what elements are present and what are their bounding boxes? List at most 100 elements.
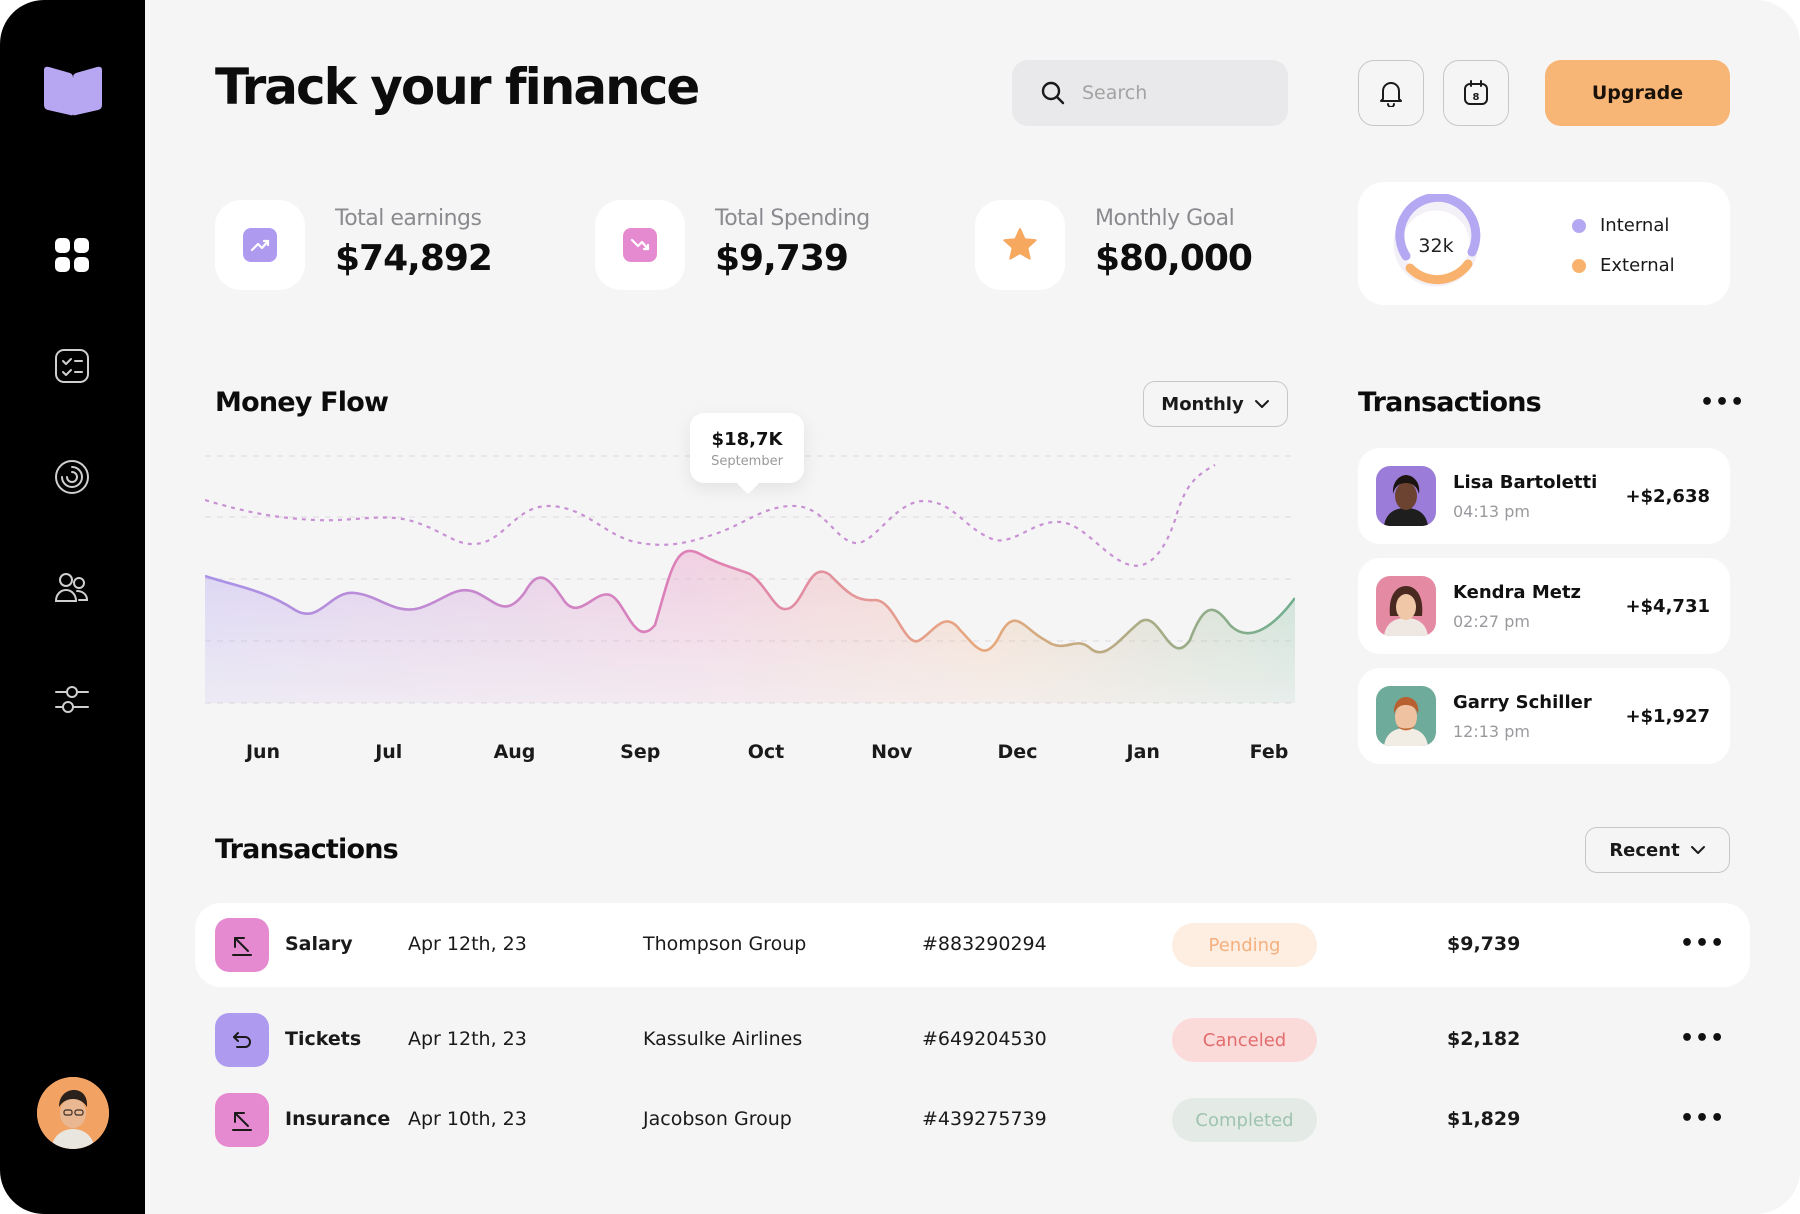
calendar-day: 8: [1473, 92, 1480, 103]
side-transactions-title: Transactions: [1358, 387, 1542, 418]
return-arrow-icon: [215, 1013, 269, 1067]
row-category: Salary: [285, 933, 353, 955]
trend-up-icon: [243, 228, 277, 262]
table-row[interactable]: Salary Apr 12th, 23 Thompson Group #8832…: [195, 903, 1750, 987]
chevron-down-icon: [1690, 846, 1705, 854]
avatar: [1376, 576, 1436, 636]
row-amount: $9,739: [1447, 933, 1521, 955]
transaction-time: 12:13 pm: [1453, 722, 1530, 741]
tooltip-value: $18,7K: [711, 429, 783, 450]
status-badge: Canceled: [1172, 1018, 1317, 1062]
row-id: #649204530: [922, 1028, 1047, 1050]
row-more-options-icon[interactable]: •••: [1680, 1026, 1725, 1051]
x-tick-label: Oct: [748, 741, 785, 763]
stat-monthly-goal: Monthly Goal $80,000: [975, 200, 1315, 290]
transaction-card[interactable]: Lisa Bartoletti 04:13 pm +$2,638: [1358, 448, 1730, 544]
more-options-icon[interactable]: •••: [1700, 392, 1745, 414]
stat-total-earnings: Total earnings $74,892: [215, 200, 535, 290]
trend-down-icon: [623, 228, 657, 262]
stat-value: $74,892: [335, 238, 493, 279]
chart-tooltip: $18,7K September: [690, 413, 804, 483]
row-category: Insurance: [285, 1108, 391, 1130]
row-party: Thompson Group: [643, 933, 807, 955]
stat-label: Total earnings: [335, 206, 482, 231]
donut-center-label: 32k: [1418, 235, 1454, 257]
sort-dropdown[interactable]: Recent: [1585, 827, 1730, 873]
legend-label: External: [1600, 255, 1675, 276]
income-split-card: 32k Internal External: [1358, 182, 1730, 305]
money-flow-title: Money Flow: [215, 387, 389, 418]
row-more-options-icon[interactable]: •••: [1680, 931, 1725, 956]
star-icon: [1003, 228, 1037, 260]
legend-dot: [1572, 258, 1586, 273]
status-badge: Completed: [1172, 1098, 1317, 1142]
row-category: Tickets: [285, 1028, 362, 1050]
search-bar[interactable]: [1012, 60, 1288, 126]
arrow-up-left-icon: [215, 1093, 269, 1147]
transaction-card[interactable]: Kendra Metz 02:27 pm +$4,731: [1358, 558, 1730, 654]
period-label: Monthly: [1161, 393, 1244, 415]
chevron-down-icon: [1254, 400, 1269, 408]
search-icon: [1041, 81, 1065, 105]
stat-total-spending: Total Spending $9,739: [595, 200, 915, 290]
row-party: Kassulke Airlines: [643, 1028, 803, 1050]
x-tick-label: Dec: [998, 741, 1038, 763]
stat-value: $9,739: [715, 238, 849, 279]
stat-label: Total Spending: [715, 206, 870, 231]
analytics-ring-icon[interactable]: [47, 452, 97, 502]
search-input[interactable]: [1082, 82, 1272, 104]
app-frame: Track your finance 8 Upgrade Total earni…: [0, 0, 1800, 1214]
transaction-name: Kendra Metz: [1453, 582, 1582, 603]
x-tick-label: Nov: [871, 741, 913, 763]
transaction-card[interactable]: Garry Schiller 12:13 pm +$1,927: [1358, 668, 1730, 764]
calendar-icon: 8: [1464, 80, 1488, 105]
row-party: Jacobson Group: [643, 1108, 792, 1130]
bell-icon: [1380, 82, 1402, 107]
page-title: Track your finance: [215, 58, 700, 116]
row-amount: $2,182: [1447, 1028, 1521, 1050]
transaction-amount: +$1,927: [1625, 706, 1710, 727]
legend-label: Internal: [1600, 215, 1670, 236]
table-row[interactable]: Tickets Apr 12th, 23 Kassulke Airlines #…: [195, 998, 1750, 1082]
transaction-amount: +$2,638: [1625, 486, 1710, 507]
filters-icon[interactable]: [47, 674, 97, 724]
legend-dot: [1572, 218, 1586, 233]
sort-label: Recent: [1609, 839, 1680, 861]
x-tick-label: Jul: [373, 741, 402, 763]
upgrade-button[interactable]: Upgrade: [1545, 60, 1730, 126]
user-avatar[interactable]: [37, 1077, 109, 1149]
avatar: [1376, 466, 1436, 526]
logo-icon[interactable]: [42, 66, 104, 116]
transaction-name: Lisa Bartoletti: [1453, 472, 1598, 493]
arrow-up-left-icon: [215, 918, 269, 972]
row-id: #439275739: [922, 1108, 1047, 1130]
period-dropdown[interactable]: Monthly: [1143, 381, 1288, 427]
transaction-time: 04:13 pm: [1453, 502, 1530, 521]
legend-external: External: [1572, 255, 1675, 276]
row-date: Apr 12th, 23: [408, 1028, 527, 1050]
transaction-time: 02:27 pm: [1453, 612, 1530, 631]
x-tick-label: Jun: [244, 741, 280, 763]
row-date: Apr 12th, 23: [408, 933, 527, 955]
sidebar: [0, 0, 145, 1214]
x-tick-label: Aug: [494, 741, 536, 763]
transaction-name: Garry Schiller: [1453, 692, 1592, 713]
table-row[interactable]: Insurance Apr 10th, 23 Jacobson Group #4…: [195, 1078, 1750, 1162]
row-amount: $1,829: [1447, 1108, 1521, 1130]
stat-value: $80,000: [1095, 238, 1253, 279]
row-more-options-icon[interactable]: •••: [1680, 1106, 1725, 1131]
calendar-button[interactable]: 8: [1443, 60, 1509, 126]
dashboard-icon[interactable]: [47, 230, 97, 280]
stat-label: Monthly Goal: [1095, 206, 1235, 231]
x-tick-label: Feb: [1250, 741, 1289, 763]
tooltip-label: September: [711, 454, 783, 469]
checklist-icon[interactable]: [47, 341, 97, 391]
transaction-amount: +$4,731: [1625, 596, 1710, 617]
status-badge: Pending: [1172, 923, 1317, 967]
legend-internal: Internal: [1572, 215, 1669, 236]
notifications-button[interactable]: [1358, 60, 1424, 126]
users-icon[interactable]: [47, 563, 97, 613]
row-date: Apr 10th, 23: [408, 1108, 527, 1130]
transactions-table-title: Transactions: [215, 834, 399, 865]
x-axis-labels: Jun Jul Aug Sep Oct Nov Dec Jan Feb: [244, 741, 1288, 763]
